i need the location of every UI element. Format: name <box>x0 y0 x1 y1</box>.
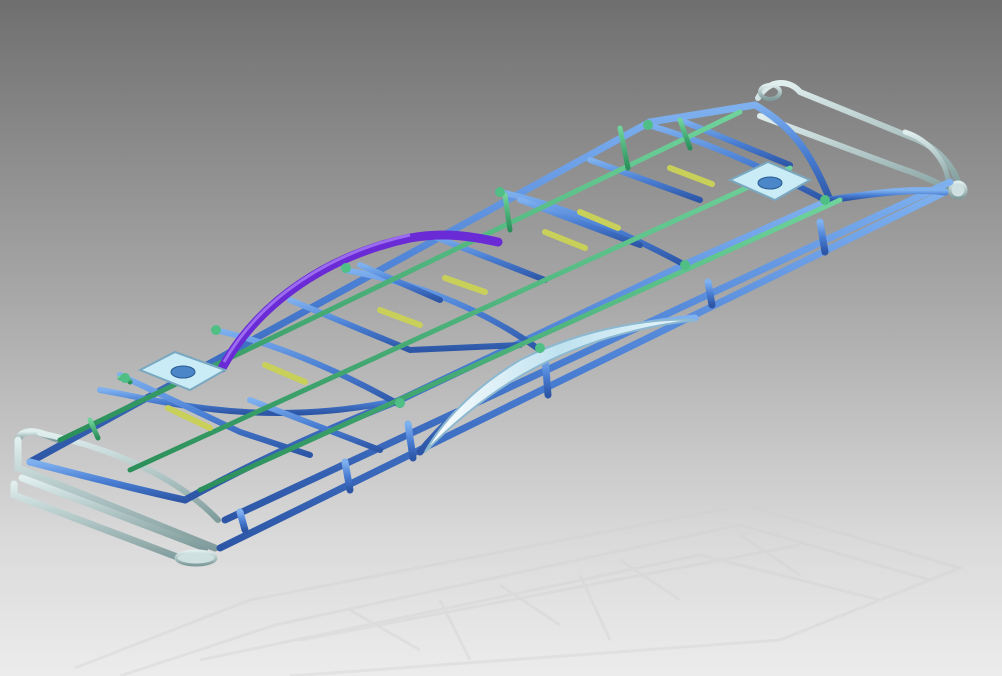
mounting-plate-rear <box>727 160 813 202</box>
floor-reflection <box>74 503 965 676</box>
mounting-plate-front <box>137 350 228 392</box>
wheel-arch-cutout <box>424 318 696 453</box>
roof-frame-model[interactable] <box>0 0 1002 676</box>
mounting-plates <box>137 160 813 392</box>
3d-viewport[interactable] <box>0 0 1002 676</box>
